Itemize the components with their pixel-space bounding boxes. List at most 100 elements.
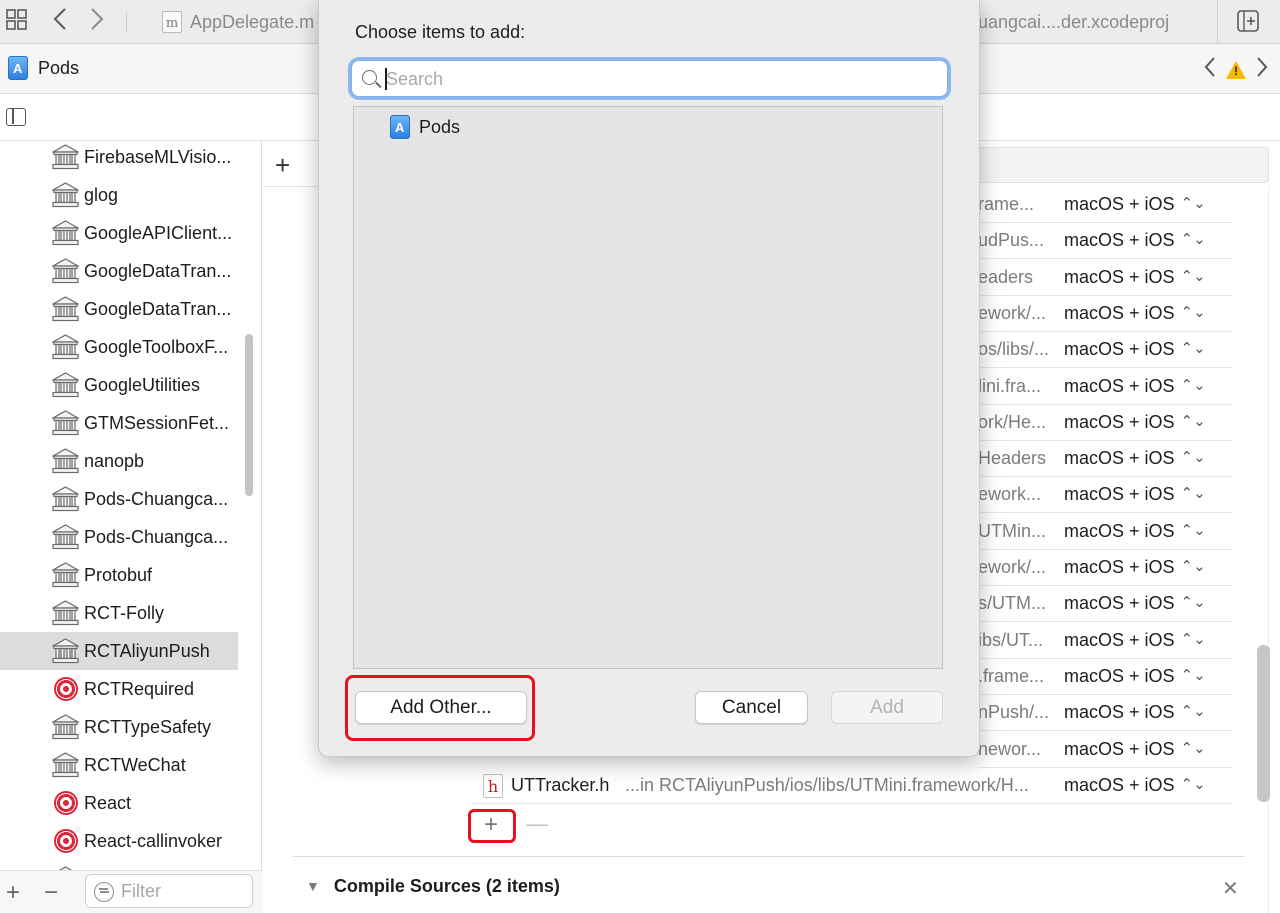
platform-filter-popup[interactable]: macOS + iOS ⌃⌄: [1064, 339, 1206, 360]
file-path: UTMin...: [978, 520, 1047, 541]
sidebar-item[interactable]: RCTTypeSafety: [0, 708, 238, 746]
table-row[interactable]: eaders macOS + iOS ⌃⌄: [978, 260, 1233, 296]
sidebar-item[interactable]: RCT-Folly: [0, 594, 238, 632]
platform-filter-popup[interactable]: macOS + iOS ⌃⌄: [1064, 521, 1206, 542]
platform-filter-popup[interactable]: macOS + iOS ⌃⌄: [1064, 593, 1206, 614]
table-row[interactable]: os/libs/... macOS + iOS ⌃⌄: [978, 332, 1233, 369]
delete-phase-icon[interactable]: ✕: [1222, 876, 1239, 901]
table-row[interactable]: ork/He... macOS + iOS ⌃⌄: [978, 405, 1233, 441]
library-icon: [50, 714, 81, 740]
sidebar-item[interactable]: GoogleDataTran...: [0, 290, 238, 328]
back-chevron-icon[interactable]: [52, 6, 68, 38]
sidebar-item[interactable]: GoogleUtilities: [0, 366, 238, 404]
choose-items-dialog: Choose items to add: Pods Add Other... C…: [318, 0, 980, 757]
table-row[interactable]: UTMin... macOS + iOS ⌃⌄: [978, 514, 1233, 550]
add-tab-icon[interactable]: [1236, 9, 1260, 39]
sidebar-scrollbar[interactable]: [245, 334, 253, 496]
platform-filter-popup[interactable]: macOS + iOS ⌃⌄: [1064, 448, 1206, 469]
platform-label: macOS + iOS: [1064, 194, 1175, 214]
sidebar-item[interactable]: GoogleAPIClient...: [0, 214, 238, 252]
items-list[interactable]: Pods: [353, 106, 943, 669]
remove-target-icon[interactable]: −: [44, 879, 58, 907]
table-row[interactable]: h UTTracker.h ...in RCTAliyunPush/ios/li…: [473, 768, 1233, 804]
add-file-button[interactable]: +: [468, 809, 516, 843]
platform-filter-popup[interactable]: macOS + iOS ⌃⌄: [1064, 303, 1206, 324]
remove-file-button[interactable]: —: [526, 811, 548, 837]
updown-chevron-icon: ⌃⌄: [1180, 267, 1206, 285]
platform-filter-popup[interactable]: macOS + iOS ⌃⌄: [1064, 775, 1206, 796]
updown-chevron-icon: ⌃⌄: [1180, 485, 1206, 503]
platform-filter-popup[interactable]: macOS + iOS ⌃⌄: [1064, 557, 1206, 578]
updown-chevron-icon: ⌃⌄: [1180, 594, 1206, 612]
grid-icon[interactable]: [6, 9, 28, 37]
platform-filter-popup[interactable]: macOS + iOS ⌃⌄: [1064, 267, 1206, 288]
add-target-icon[interactable]: +: [6, 879, 20, 907]
list-item[interactable]: Pods: [390, 115, 460, 139]
tab-xcodeproj[interactable]: uangcai....der.xcodeproj: [978, 0, 1218, 44]
sidebar-item[interactable]: Pods-Chuangca...: [0, 518, 238, 556]
sidebar-item[interactable]: RCTWeChat: [0, 746, 238, 784]
sidebar-item-label: GTMSessionFet...: [84, 412, 230, 433]
previous-issue-icon[interactable]: [1204, 56, 1216, 84]
platform-filter-popup[interactable]: macOS + iOS ⌃⌄: [1064, 376, 1206, 397]
platform-filter-popup[interactable]: macOS + iOS ⌃⌄: [1064, 230, 1206, 251]
add-button[interactable]: Add: [831, 691, 943, 724]
sidebar-item[interactable]: Pods-Chuangca...: [0, 480, 238, 518]
platform-filter-popup[interactable]: macOS + iOS ⌃⌄: [1064, 484, 1206, 505]
table-row[interactable]: ibs/UT... macOS + iOS ⌃⌄: [978, 623, 1233, 659]
filter-placeholder: Filter: [121, 881, 161, 901]
table-row[interactable]: .frame... macOS + iOS ⌃⌄: [978, 659, 1233, 695]
sidebar-item-label: RCTWeChat: [84, 754, 186, 775]
library-icon: [50, 258, 81, 284]
sidebar-item[interactable]: RCTAliyunPush: [0, 632, 238, 670]
table-row[interactable]: Headers macOS + iOS ⌃⌄: [978, 441, 1233, 478]
sidebar-toggle-icon[interactable]: [6, 108, 26, 126]
table-row[interactable]: ework/... macOS + iOS ⌃⌄: [978, 550, 1233, 586]
sidebar-item[interactable]: GTMSessionFet...: [0, 404, 238, 442]
table-row[interactable]: ework... macOS + iOS ⌃⌄: [978, 477, 1233, 514]
sidebar-item[interactable]: GoogleToolboxF...: [0, 328, 238, 366]
table-row[interactable]: rame... macOS + iOS ⌃⌄: [978, 187, 1233, 223]
sidebar-item[interactable]: React-callinvoker: [0, 822, 238, 860]
compile-sources-header[interactable]: ▼ Compile Sources (2 items): [306, 876, 560, 897]
platform-filter-popup[interactable]: macOS + iOS ⌃⌄: [1064, 739, 1206, 760]
sidebar-item[interactable]: nanopb: [0, 442, 238, 480]
project-title[interactable]: Pods: [38, 58, 79, 79]
search-field[interactable]: [351, 60, 948, 97]
forward-chevron-icon[interactable]: [89, 6, 105, 38]
project-icon: [390, 115, 410, 139]
platform-filter-popup[interactable]: macOS + iOS ⌃⌄: [1064, 702, 1206, 723]
table-row[interactable]: s/UTM... macOS + iOS ⌃⌄: [978, 586, 1233, 623]
search-input[interactable]: [386, 67, 926, 91]
table-row[interactable]: newor... macOS + iOS ⌃⌄: [978, 732, 1233, 768]
file-path: s/UTM...: [978, 593, 1046, 614]
add-build-phase-icon[interactable]: +: [275, 150, 290, 181]
platform-filter-popup[interactable]: macOS + iOS ⌃⌄: [1064, 630, 1206, 651]
sidebar-item[interactable]: FirebaseMLVisio...: [0, 141, 238, 176]
target-icon: [54, 677, 78, 701]
file-path: lini.fra...: [978, 375, 1042, 396]
disclosure-triangle-icon[interactable]: ▼: [306, 878, 320, 894]
tab-appdelegate[interactable]: m AppDelegate.m: [162, 0, 314, 44]
table-row[interactable]: udPus... macOS + iOS ⌃⌄: [978, 223, 1233, 260]
sidebar-item[interactable]: React: [0, 784, 238, 822]
warning-icon[interactable]: [1226, 61, 1246, 79]
platform-filter-popup[interactable]: macOS + iOS ⌃⌄: [1064, 412, 1206, 433]
filter-input[interactable]: Filter: [85, 874, 253, 908]
table-row[interactable]: nPush/... macOS + iOS ⌃⌄: [978, 695, 1233, 732]
platform-filter-popup[interactable]: macOS + iOS ⌃⌄: [1064, 194, 1206, 215]
library-icon: [50, 296, 81, 322]
sidebar-item[interactable]: RCTRequired: [0, 670, 238, 708]
cancel-button[interactable]: Cancel: [695, 691, 808, 724]
targets-sidebar: FirebaseMLVisio... glog GoogleAPIClient...…: [0, 141, 262, 913]
plus-icon: +: [484, 811, 499, 838]
table-row[interactable]: ework/... macOS + iOS ⌃⌄: [978, 296, 1233, 332]
sidebar-item[interactable]: glog: [0, 176, 238, 214]
sidebar-item[interactable]: Protobuf: [0, 556, 238, 594]
next-issue-icon[interactable]: [1256, 56, 1268, 84]
platform-label: macOS + iOS: [1064, 375, 1175, 396]
table-row[interactable]: lini.fra... macOS + iOS ⌃⌄: [978, 369, 1233, 405]
editor-scrollbar[interactable]: [1257, 645, 1270, 802]
platform-filter-popup[interactable]: macOS + iOS ⌃⌄: [1064, 666, 1206, 687]
sidebar-item[interactable]: GoogleDataTran...: [0, 252, 238, 290]
